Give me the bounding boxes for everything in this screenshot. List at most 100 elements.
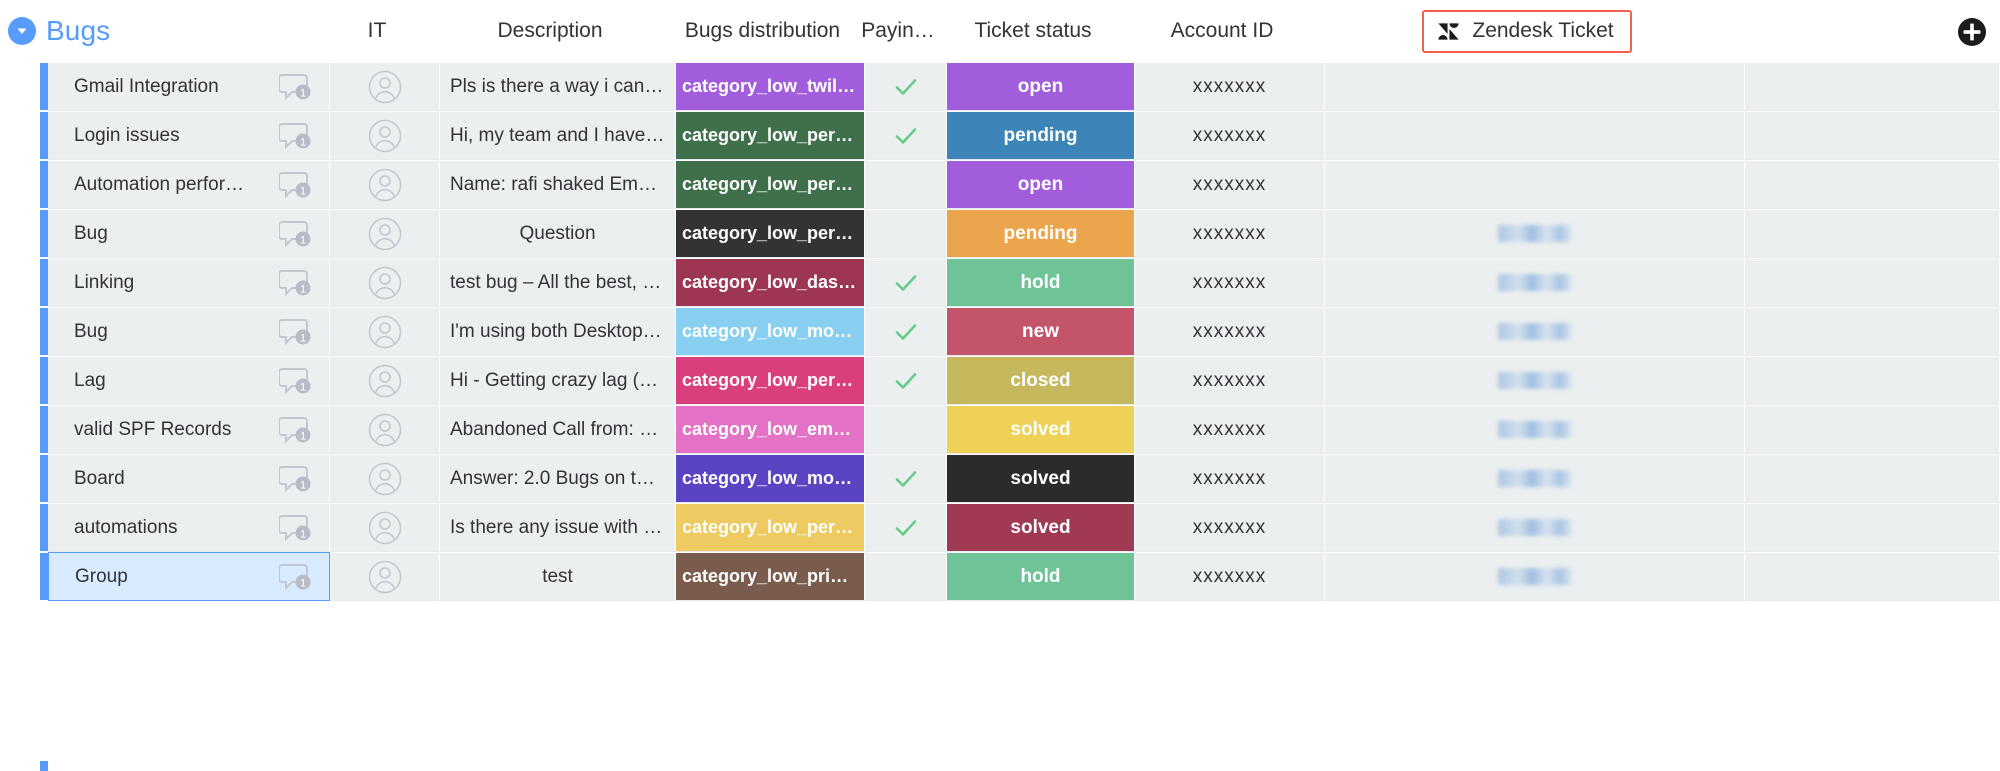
zendesk-ticket-link[interactable] <box>1497 470 1572 487</box>
cell-paying[interactable] <box>865 111 947 160</box>
cell-account-id[interactable]: xxxxxxx <box>1135 111 1325 160</box>
cell-it-person[interactable] <box>330 62 440 111</box>
column-header-it[interactable]: IT <box>322 0 432 62</box>
cell-ticket-status[interactable]: hold <box>947 552 1135 601</box>
column-header-ticket-status[interactable]: Ticket status <box>939 0 1127 62</box>
cell-item-name[interactable]: automations 1 <box>48 503 330 552</box>
cell-description[interactable]: test bug – All the best, Do… <box>440 258 676 307</box>
cell-zendesk-ticket[interactable] <box>1325 503 1745 552</box>
cell-zendesk-ticket[interactable] <box>1325 111 1745 160</box>
cell-it-person[interactable] <box>330 160 440 209</box>
cell-paying[interactable] <box>865 454 947 503</box>
cell-item-name[interactable]: Login issues 1 <box>48 111 330 160</box>
cell-account-id[interactable]: xxxxxxx <box>1135 356 1325 405</box>
cell-paying[interactable] <box>865 258 947 307</box>
group-title[interactable]: Bugs <box>46 15 110 47</box>
updates-bubble-icon[interactable]: 1 <box>278 415 313 445</box>
cell-ticket-status[interactable]: new <box>947 307 1135 356</box>
cell-description[interactable]: Hi - Getting crazy lag (2-3 … <box>440 356 676 405</box>
zendesk-ticket-link[interactable] <box>1497 519 1572 536</box>
cell-zendesk-ticket[interactable] <box>1325 405 1745 454</box>
cell-it-person[interactable] <box>330 111 440 160</box>
cell-ticket-status[interactable]: open <box>947 160 1135 209</box>
cell-zendesk-ticket[interactable] <box>1325 258 1745 307</box>
cell-description[interactable]: test <box>440 552 676 601</box>
cell-paying[interactable] <box>865 552 947 601</box>
updates-bubble-icon[interactable]: 1 <box>278 366 313 396</box>
cell-ticket-status[interactable]: open <box>947 62 1135 111</box>
cell-it-person[interactable] <box>330 258 440 307</box>
cell-bugs-distribution[interactable]: category_low_email__ot… <box>676 405 865 454</box>
cell-paying[interactable] <box>865 160 947 209</box>
cell-paying[interactable] <box>865 209 947 258</box>
cell-item-name[interactable]: Board 1 <box>48 454 330 503</box>
cell-description[interactable]: Question <box>440 209 676 258</box>
cell-item-name[interactable]: Gmail Integration 1 <box>48 62 330 111</box>
updates-bubble-icon[interactable]: 1 <box>278 562 313 592</box>
updates-bubble-icon[interactable]: 1 <box>278 317 313 347</box>
cell-account-id[interactable]: xxxxxxx <box>1135 258 1325 307</box>
cell-bugs-distribution[interactable]: category_low_performa… <box>676 356 865 405</box>
cell-ticket-status[interactable]: solved <box>947 405 1135 454</box>
cell-ticket-status[interactable]: closed <box>947 356 1135 405</box>
column-header-zendesk-ticket[interactable]: Zendesk Ticket <box>1317 0 1737 62</box>
zendesk-ticket-link[interactable] <box>1497 421 1572 438</box>
cell-bugs-distribution[interactable]: category_low_twillio_no… <box>676 62 865 111</box>
zendesk-ticket-link[interactable] <box>1497 372 1572 389</box>
cell-bugs-distribution[interactable]: category_low_mobile <box>676 454 865 503</box>
zendesk-ticket-link[interactable] <box>1497 274 1572 291</box>
cell-description[interactable]: Answer: 2.0 Bugs on the i… <box>440 454 676 503</box>
cell-ticket-status[interactable]: solved <box>947 503 1135 552</box>
zendesk-ticket-link[interactable] <box>1497 323 1572 340</box>
cell-bugs-distribution[interactable]: category_low_performa… <box>676 209 865 258</box>
cell-description[interactable]: Hi, my team and I have be… <box>440 111 676 160</box>
cell-bugs-distribution[interactable]: category_low_performa… <box>676 111 865 160</box>
cell-item-name[interactable]: Automation perfor… 1 <box>48 160 330 209</box>
cell-bugs-distribution[interactable]: category_low_private/s… <box>676 552 865 601</box>
cell-zendesk-ticket[interactable] <box>1325 356 1745 405</box>
cell-paying[interactable] <box>865 405 947 454</box>
cell-it-person[interactable] <box>330 503 440 552</box>
cell-item-name[interactable]: Linking 1 <box>48 258 330 307</box>
column-header-bugs-distribution[interactable]: Bugs distribution <box>668 0 857 62</box>
cell-ticket-status[interactable]: solved <box>947 454 1135 503</box>
column-header-description[interactable]: Description <box>432 0 668 62</box>
cell-account-id[interactable]: xxxxxxx <box>1135 552 1325 601</box>
cell-account-id[interactable]: xxxxxxx <box>1135 62 1325 111</box>
cell-ticket-status[interactable]: pending <box>947 209 1135 258</box>
cell-zendesk-ticket[interactable] <box>1325 209 1745 258</box>
cell-it-person[interactable] <box>330 405 440 454</box>
zendesk-ticket-header-highlight[interactable]: Zendesk Ticket <box>1422 9 1632 53</box>
cell-item-name[interactable]: Bug 1 <box>48 209 330 258</box>
cell-zendesk-ticket[interactable] <box>1325 62 1745 111</box>
cell-description[interactable]: Is there any issue with au… <box>440 503 676 552</box>
cell-paying[interactable] <box>865 307 947 356</box>
cell-it-person[interactable] <box>330 209 440 258</box>
cell-paying[interactable] <box>865 503 947 552</box>
cell-ticket-status[interactable]: pending <box>947 111 1135 160</box>
cell-zendesk-ticket[interactable] <box>1325 307 1745 356</box>
cell-account-id[interactable]: xxxxxxx <box>1135 503 1325 552</box>
zendesk-ticket-link[interactable] <box>1497 568 1572 585</box>
column-header-account-id[interactable]: Account ID <box>1127 0 1317 62</box>
cell-account-id[interactable]: xxxxxxx <box>1135 454 1325 503</box>
cell-it-person[interactable] <box>330 454 440 503</box>
cell-account-id[interactable]: xxxxxxx <box>1135 405 1325 454</box>
cell-item-name[interactable]: Bug 1 <box>48 307 330 356</box>
cell-zendesk-ticket[interactable] <box>1325 454 1745 503</box>
updates-bubble-icon[interactable]: 1 <box>278 170 313 200</box>
cell-bugs-distribution[interactable]: category_low_dashboar… <box>676 258 865 307</box>
cell-description[interactable]: Abandoned Call from: Cal… <box>440 405 676 454</box>
group-collapse-toggle[interactable] <box>8 17 36 45</box>
column-header-paying[interactable]: Payin… <box>857 0 939 62</box>
cell-paying[interactable] <box>865 356 947 405</box>
cell-item-name[interactable]: valid SPF Records 1 <box>48 405 330 454</box>
cell-ticket-status[interactable]: hold <box>947 258 1135 307</box>
updates-bubble-icon[interactable]: 1 <box>278 268 313 298</box>
cell-it-person[interactable] <box>330 552 440 601</box>
cell-bugs-distribution[interactable]: category_low_performa… <box>676 160 865 209</box>
cell-account-id[interactable]: xxxxxxx <box>1135 209 1325 258</box>
cell-zendesk-ticket[interactable] <box>1325 552 1745 601</box>
cell-it-person[interactable] <box>330 307 440 356</box>
updates-bubble-icon[interactable]: 1 <box>278 513 313 543</box>
